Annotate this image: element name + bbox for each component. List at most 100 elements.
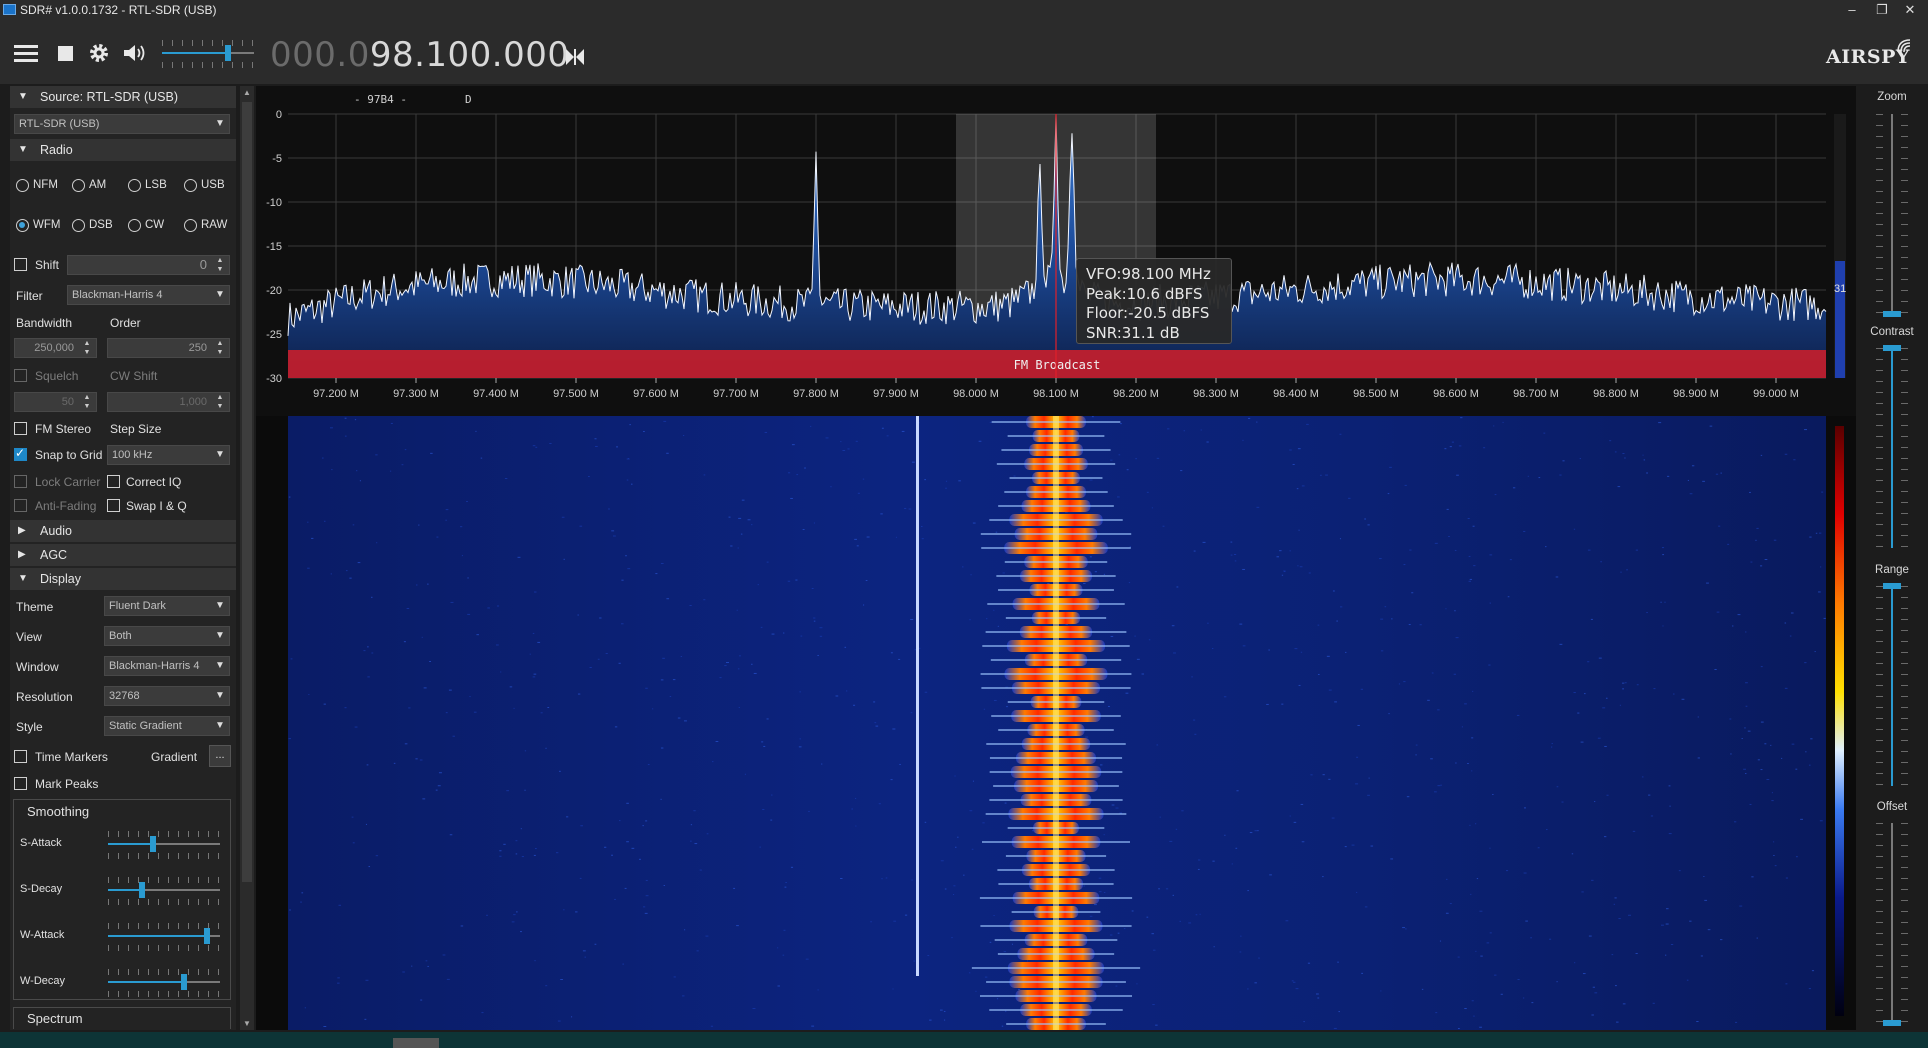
snr-meter (1835, 261, 1845, 378)
filter-select[interactable]: Blackman-Harris 4 ▼ (67, 285, 230, 305)
correct-iq-label: Correct IQ (126, 475, 182, 489)
window-select[interactable]: Blackman-Harris 4 ▼ (104, 656, 230, 676)
x-tick-label: 97.400 M (473, 388, 519, 400)
mode-radio-wfm[interactable] (16, 219, 29, 232)
status-bar (0, 1032, 1928, 1048)
x-tick-label: 98.800 M (1593, 388, 1639, 400)
snap-to-grid-checkbox[interactable] (14, 446, 27, 461)
y-tick-label: -30 (266, 373, 282, 385)
bandwidth-spinner[interactable]: 250,000 ▲ ▼ (14, 338, 97, 358)
smoothing-slider-w-attack[interactable] (108, 919, 220, 955)
zoom-slider[interactable] (1876, 114, 1908, 317)
agc-header[interactable]: ▶ AGC (10, 544, 236, 566)
x-tick-label: 98.300 M (1193, 388, 1239, 400)
rds-program-id: - 97B4 - (354, 93, 407, 106)
mode-label-cw: CW (145, 219, 165, 231)
gradient-button[interactable]: ... (209, 745, 231, 767)
smoothing-slider-s-attack[interactable] (108, 827, 220, 863)
x-tick-label: 97.600 M (633, 388, 679, 400)
correct-iq-checkbox[interactable] (107, 475, 120, 488)
y-tick-label: -25 (266, 329, 282, 341)
y-tick-label: -15 (266, 241, 282, 253)
shift-label: Shift (35, 258, 60, 272)
x-tick-label: 98.400 M (1273, 388, 1319, 400)
spectrum-section-label: Spectrum (27, 1011, 83, 1026)
mode-label-lsb: LSB (145, 179, 167, 191)
order-spinner[interactable]: 250 ▲ ▼ (107, 338, 230, 358)
lock-carrier-checkbox[interactable] (14, 475, 27, 488)
squelch-checkbox[interactable] (14, 369, 27, 382)
settings-panel: ▼ Source: RTL-SDR (USB) RTL-SDR (USB) ▼ ▼ R… (10, 86, 236, 1030)
spectrum-section[interactable]: Spectrum (13, 1007, 231, 1029)
radio-header[interactable]: ▼ Radio (10, 139, 236, 161)
skip-icon[interactable] (563, 47, 587, 67)
speaker-icon[interactable] (122, 42, 148, 64)
x-tick-label: 97.500 M (553, 388, 599, 400)
mode-radio-dsb[interactable] (72, 219, 85, 232)
mode-radio-nfm[interactable] (16, 179, 29, 192)
stop-icon[interactable] (52, 42, 78, 64)
rds-flag: D (465, 93, 472, 106)
smoothing-header: Smoothing (27, 804, 90, 819)
cw-shift-spinner[interactable]: 1,000 ▲ ▼ (107, 392, 230, 412)
volume-slider[interactable] (162, 36, 254, 72)
smoothing-label-s-attack: S-Attack (20, 837, 62, 849)
y-tick-label: 0 (276, 109, 282, 121)
x-tick-label: 98.200 M (1113, 388, 1159, 400)
spectrum-view[interactable]: FM Broadcast 0 -5 -10 -15 -20 -25 -30 97.200 M… (256, 86, 1856, 416)
x-tick-label: 97.700 M (713, 388, 759, 400)
x-tick-label: 99.000 M (1753, 388, 1799, 400)
range-slider[interactable] (1876, 583, 1908, 786)
tooltip-vfo: VFO:98.100 MHz (1086, 265, 1211, 283)
filter-label: Filter (16, 289, 43, 303)
mode-label-wfm: WFM (33, 219, 61, 231)
smoothing-label-s-decay: S-Decay (20, 883, 63, 895)
theme-select[interactable]: Fluent Dark ▼ (104, 596, 230, 616)
minimize-button[interactable]: – (1840, 1, 1864, 19)
mode-radio-am[interactable] (72, 179, 85, 192)
swap-iq-checkbox[interactable] (107, 499, 120, 512)
offset-slider[interactable] (1876, 823, 1908, 1026)
resolution-select[interactable]: 32768 ▼ (104, 686, 230, 706)
time-markers-checkbox[interactable] (14, 750, 27, 763)
view-select[interactable]: Both ▼ (104, 626, 230, 646)
source-header[interactable]: ▼ Source: RTL-SDR (USB) (10, 86, 236, 108)
spectrum-plot[interactable]: FM Broadcast 0 -5 -10 -15 -20 -25 -30 97.200 M… (256, 86, 1856, 416)
cw-shift-label: CW Shift (110, 369, 158, 383)
settings-scrollbar[interactable]: ▲ ▼ (240, 86, 254, 1030)
gear-icon[interactable] (86, 42, 112, 64)
display-header[interactable]: ▼ Display (10, 568, 236, 590)
style-select[interactable]: Static Gradient ▼ (104, 716, 230, 736)
source-device-select[interactable]: RTL-SDR (USB) ▼ (14, 114, 230, 134)
waterfall-view[interactable] (256, 416, 1856, 1030)
tooltip-peak: Peak:10.6 dBFS (1086, 284, 1203, 303)
mode-radio-cw[interactable] (128, 219, 141, 232)
horizontal-scrollbar-thumb[interactable] (393, 1038, 439, 1048)
smoothing-slider-w-decay[interactable] (108, 965, 220, 1001)
gradient-label: Gradient (151, 750, 198, 764)
x-tick-label: 98.100 M (1033, 388, 1079, 400)
shift-checkbox[interactable] (14, 258, 27, 271)
fm-stereo-checkbox[interactable] (14, 422, 27, 435)
smoothing-label-w-attack: W-Attack (20, 929, 65, 941)
menu-icon[interactable] (13, 42, 39, 64)
frequency-leading-digits[interactable]: 000.0 (270, 35, 370, 75)
range-label: Range (1875, 564, 1909, 576)
step-size-select[interactable]: 100 kHz ▼ (107, 445, 230, 465)
anti-fading-checkbox[interactable] (14, 499, 27, 512)
mode-radio-usb[interactable] (184, 179, 197, 192)
shift-spinner[interactable]: 0 ▲ ▼ (67, 255, 230, 275)
x-tick-label: 97.300 M (393, 388, 439, 400)
smoothing-slider-s-decay[interactable] (108, 873, 220, 909)
mode-radio-raw[interactable] (184, 219, 197, 232)
squelch-spinner[interactable]: 50 ▲ ▼ (14, 392, 97, 412)
mode-radio-lsb[interactable] (128, 179, 141, 192)
frequency-display[interactable]: 000.098.100.000 (270, 35, 570, 75)
mark-peaks-checkbox[interactable] (14, 777, 27, 790)
waterfall-plot[interactable] (256, 416, 1856, 1030)
frequency-digits[interactable]: 98.100.000 (370, 35, 570, 75)
restore-button[interactable]: ❐ (1870, 1, 1894, 19)
close-button[interactable]: ✕ (1898, 1, 1922, 19)
audio-header[interactable]: ▶ Audio (10, 520, 236, 542)
contrast-slider[interactable] (1876, 345, 1908, 548)
